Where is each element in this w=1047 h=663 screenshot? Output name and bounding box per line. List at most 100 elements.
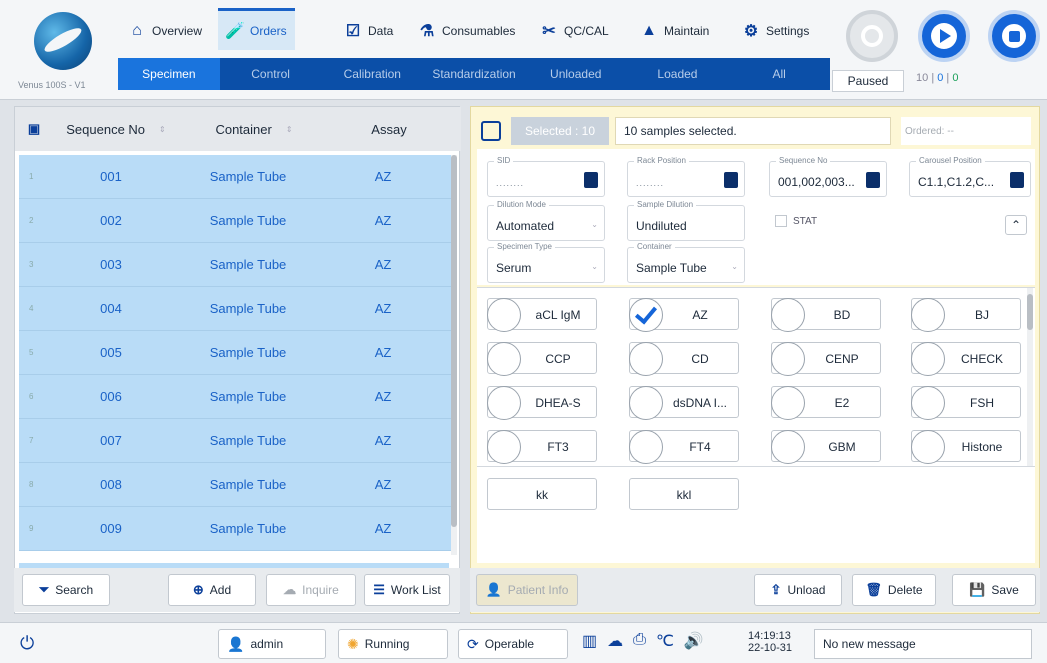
assay-toggle[interactable]: aCL IgM bbox=[487, 298, 597, 332]
user-chip[interactable]: 👤 admin bbox=[218, 629, 326, 659]
header-sequence[interactable]: Sequence No ⇕ bbox=[53, 122, 179, 137]
assay-name: E2 bbox=[834, 396, 850, 410]
cell-sequence: 001 bbox=[100, 169, 122, 184]
stat-checkbox[interactable]: STAT bbox=[775, 215, 817, 227]
right-action-bar: 👤 Patient Info ⇪ Unload 🗑 Delete 💾 Save bbox=[470, 568, 1040, 612]
assay-toggle[interactable]: E2 bbox=[771, 386, 881, 420]
sequence-no-field[interactable]: Sequence No 001,002,003... bbox=[769, 156, 887, 197]
subtab-loaded[interactable]: Loaded bbox=[627, 58, 729, 90]
order-detail-panel: Selected : 10 10 samples selected. Order… bbox=[470, 106, 1040, 614]
table-row[interactable]: 2 002 Sample Tube AZ bbox=[19, 199, 451, 243]
container-select[interactable]: Container Sample Tube ⌄ bbox=[627, 242, 745, 283]
copy-icon[interactable] bbox=[1010, 172, 1024, 188]
table-row[interactable]: 1 001 Sample Tube AZ bbox=[19, 155, 451, 199]
radio-icon bbox=[629, 342, 663, 376]
assay-toggle[interactable]: CCP bbox=[487, 342, 597, 376]
rack-position-field[interactable]: Rack Position ........ bbox=[627, 156, 745, 197]
assay-toggle[interactable]: CENP bbox=[771, 342, 881, 376]
list-icon: ☰ bbox=[373, 582, 385, 597]
assay-toggle[interactable]: FSH bbox=[911, 386, 1021, 420]
profile-button[interactable]: kk bbox=[487, 478, 597, 510]
carousel-position-field[interactable]: Carousel Position C1.1,C1.2,C... bbox=[909, 156, 1031, 197]
assay-name: GBM bbox=[828, 440, 856, 454]
add-button[interactable]: ⊕ Add bbox=[168, 574, 256, 606]
assay-toggle[interactable]: FT4 bbox=[629, 430, 739, 464]
run-button[interactable] bbox=[918, 10, 970, 62]
power-icon[interactable]: ⏻ bbox=[20, 633, 34, 654]
nav-qccal[interactable]: ✂ QC/CAL bbox=[532, 10, 617, 52]
header-assay[interactable]: Assay bbox=[329, 122, 449, 137]
assay-toggle[interactable]: CHECK bbox=[911, 342, 1021, 376]
barcode-icon[interactable]: ▥ bbox=[582, 631, 597, 651]
assay-toggle[interactable]: DHEA-S bbox=[487, 386, 597, 420]
assay-toggle[interactable]: FT3 bbox=[487, 430, 597, 464]
assay-toggle[interactable]: GBM bbox=[771, 430, 881, 464]
assay-scrollbar[interactable] bbox=[1027, 288, 1033, 466]
select-all-icon[interactable]: ▣ bbox=[15, 121, 53, 137]
assay-toggle[interactable]: CD bbox=[629, 342, 739, 376]
row-index: 4 bbox=[29, 304, 34, 313]
subtab-all[interactable]: All bbox=[728, 58, 830, 90]
table-row[interactable]: 8 008 Sample Tube AZ bbox=[19, 463, 451, 507]
assay-toggle[interactable]: AZ bbox=[629, 298, 739, 332]
nav-data[interactable]: ☑ Data bbox=[336, 10, 401, 52]
copy-icon[interactable] bbox=[724, 172, 738, 188]
subtab-standardization[interactable]: Standardization bbox=[423, 58, 525, 90]
assay-name: CENP bbox=[825, 352, 859, 366]
row-index: 9 bbox=[29, 524, 34, 533]
cell-assay: AZ bbox=[374, 345, 392, 360]
nav-settings[interactable]: ⚙ Settings bbox=[734, 10, 817, 52]
cell-container: Sample Tube bbox=[209, 301, 287, 316]
table-row[interactable]: 3 003 Sample Tube AZ bbox=[19, 243, 451, 287]
table-row[interactable]: 7 007 Sample Tube AZ bbox=[19, 419, 451, 463]
dilution-mode-select[interactable]: Dilution Mode Automated ⌄ bbox=[487, 200, 605, 241]
printer-icon[interactable]: ⎙ bbox=[633, 631, 646, 651]
sample-dilution-field[interactable]: Sample Dilution Undiluted bbox=[627, 200, 745, 241]
nav-consumables[interactable]: ⚗ Consumables bbox=[410, 10, 523, 52]
nav-settings-label: Settings bbox=[766, 24, 810, 38]
message-box[interactable]: No new message bbox=[814, 629, 1032, 659]
inquire-button[interactable]: ☁ Inquire bbox=[266, 574, 356, 606]
subtab-specimen[interactable]: Specimen bbox=[118, 58, 220, 90]
unload-button[interactable]: ⇪ Unload bbox=[754, 574, 842, 606]
subtab-unloaded[interactable]: Unloaded bbox=[525, 58, 627, 90]
copy-icon[interactable] bbox=[866, 172, 880, 188]
scrollbar-thumb[interactable] bbox=[1027, 294, 1033, 330]
flask-icon: ⚗ bbox=[419, 23, 435, 40]
lock-button[interactable] bbox=[846, 10, 898, 62]
assay-toggle[interactable]: BJ bbox=[911, 298, 1021, 332]
collapse-button[interactable]: ⌃ bbox=[1005, 215, 1027, 235]
copy-icon[interactable] bbox=[584, 172, 598, 188]
assay-toggle[interactable]: dsDNA I... bbox=[629, 386, 739, 420]
specimen-type-select[interactable]: Specimen Type Serum ⌄ bbox=[487, 242, 605, 283]
nav-orders[interactable]: 🧪 Orders bbox=[218, 8, 295, 50]
nav-maintain[interactable]: ▲ Maintain bbox=[632, 10, 717, 52]
delete-button[interactable]: 🗑 Delete bbox=[852, 574, 936, 606]
temperature-icon[interactable]: ℃ bbox=[656, 631, 674, 651]
subtab-calibration[interactable]: Calibration bbox=[321, 58, 423, 90]
cloud-icon[interactable]: ☁ bbox=[607, 631, 623, 651]
table-row[interactable]: 9 009 Sample Tube AZ bbox=[19, 507, 451, 551]
chevron-down-icon: ⌄ bbox=[731, 262, 738, 271]
table-row[interactable]: 6 006 Sample Tube AZ bbox=[19, 375, 451, 419]
search-button[interactable]: ⏷ Search bbox=[22, 574, 110, 606]
header-container[interactable]: Container ⇕ bbox=[179, 122, 329, 137]
sid-field[interactable]: SID ........ bbox=[487, 156, 605, 197]
nav-qccal-label: QC/CAL bbox=[564, 24, 609, 38]
stop-button[interactable] bbox=[988, 10, 1040, 62]
profile-button[interactable]: kkl bbox=[629, 478, 739, 510]
save-button[interactable]: 💾 Save bbox=[952, 574, 1036, 606]
assay-name: BD bbox=[833, 308, 851, 322]
assay-toggle[interactable]: BD bbox=[771, 298, 881, 332]
worklist-button[interactable]: ☰ Work List bbox=[364, 574, 450, 606]
table-row[interactable]: 4 004 Sample Tube AZ bbox=[19, 287, 451, 331]
scrollbar-thumb[interactable] bbox=[451, 155, 457, 527]
assay-toggle[interactable]: Histone bbox=[911, 430, 1021, 464]
lock-icon bbox=[861, 25, 883, 47]
table-row[interactable]: 5 005 Sample Tube AZ bbox=[19, 331, 451, 375]
table-scrollbar[interactable] bbox=[451, 155, 457, 555]
speaker-icon[interactable]: 🔊 bbox=[684, 631, 704, 651]
subtab-control[interactable]: Control bbox=[220, 58, 322, 90]
patient-info-button[interactable]: 👤 Patient Info bbox=[476, 574, 578, 606]
nav-overview[interactable]: ⌂ Overview bbox=[120, 10, 210, 52]
